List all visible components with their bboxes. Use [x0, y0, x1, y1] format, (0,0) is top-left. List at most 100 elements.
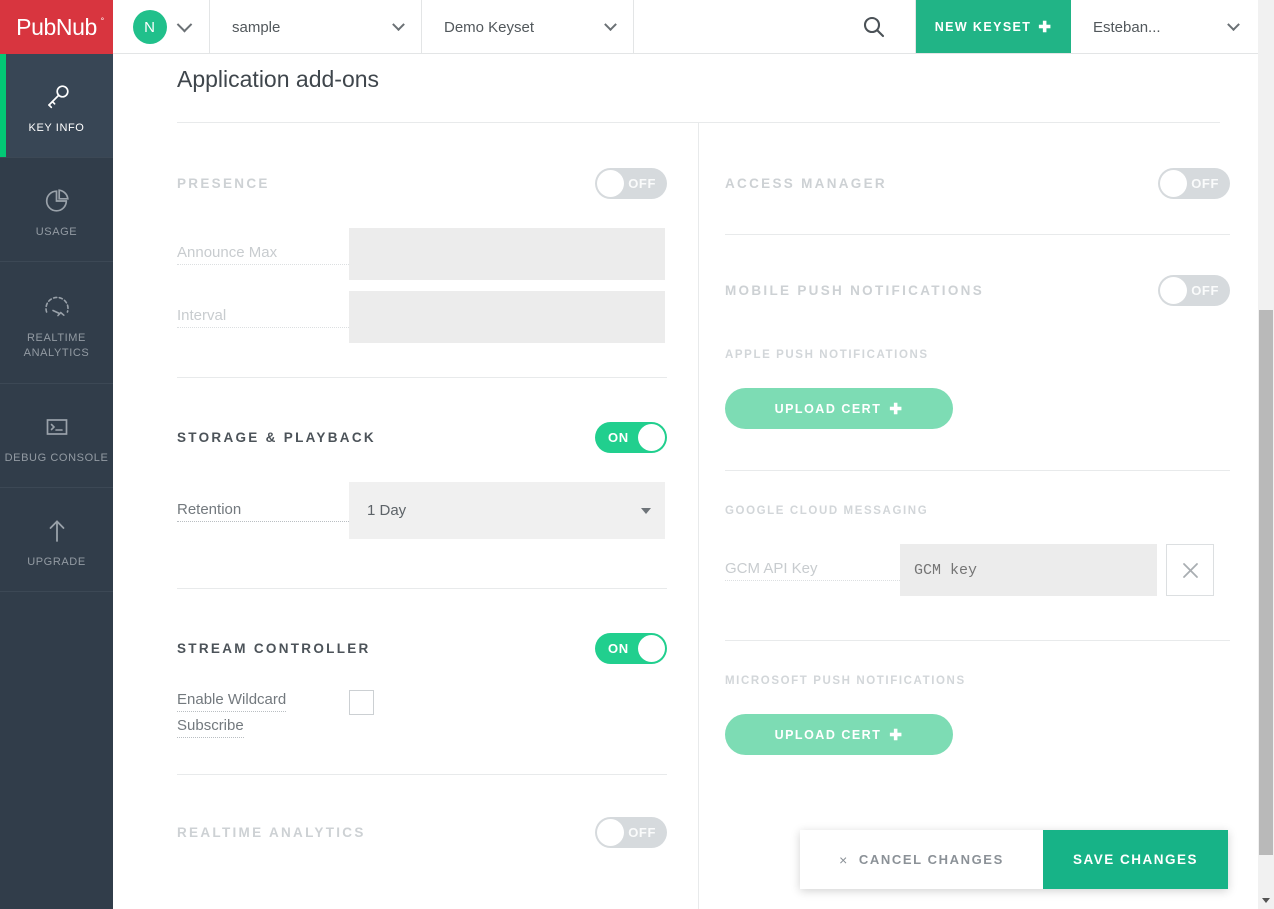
cancel-changes-label: CANCEL CHANGES	[859, 852, 1004, 867]
wildcard-subscribe-checkbox[interactable]	[349, 690, 374, 715]
interval-label: Interval	[177, 306, 349, 328]
upload-cert-label: UPLOAD CERT	[775, 402, 882, 416]
vertical-scrollbar[interactable]	[1258, 54, 1274, 909]
cancel-changes-button[interactable]: × CANCEL CHANGES	[800, 830, 1043, 889]
microsoft-push-subtitle: MICROSOFT PUSH NOTIFICATIONS	[725, 675, 1230, 687]
account-avatar-menu[interactable]: N	[113, 0, 210, 54]
section-title: REALTIME ANALYTICS	[177, 825, 366, 840]
search-area[interactable]	[634, 0, 916, 54]
pie-chart-icon	[42, 183, 72, 219]
toggle-state-label: OFF	[1191, 275, 1219, 306]
apple-upload-cert-button[interactable]: UPLOAD CERT ✚	[725, 388, 953, 429]
wildcard-subscribe-label-line2: Subscribe	[177, 716, 244, 738]
toggle-knob	[1160, 170, 1187, 197]
key-icon	[42, 79, 72, 115]
sidebar-item-debug-console[interactable]: DEBUG CONSOLE	[0, 384, 113, 488]
gcm-api-key-label: GCM API Key	[725, 559, 900, 581]
toggle-state-label: ON	[608, 422, 629, 453]
section-title: MOBILE PUSH NOTIFICATIONS	[725, 283, 984, 298]
main-content: Application add-ons PRESENCE OFF Announc…	[113, 54, 1258, 909]
google-push-subtitle: GOOGLE CLOUD MESSAGING	[725, 505, 1230, 517]
left-sidebar: KEY INFO USAGE	[0, 54, 113, 909]
close-icon: ×	[839, 852, 849, 868]
sidebar-item-realtime-analytics[interactable]: REALTIME ANALYTICS	[0, 262, 113, 384]
gcm-api-key-input[interactable]	[900, 544, 1157, 596]
sidebar-item-label: UPGRADE	[27, 555, 86, 570]
section-title: ACCESS MANAGER	[725, 176, 887, 191]
section-presence: PRESENCE OFF Announce Max Interval	[177, 123, 667, 378]
keyset-selector[interactable]: Demo Keyset	[422, 0, 634, 54]
scrollbar-thumb[interactable]	[1259, 310, 1273, 855]
plus-icon: ✚	[1038, 18, 1052, 36]
sidebar-item-label: DEBUG CONSOLE	[5, 451, 109, 466]
section-access-manager: ACCESS MANAGER OFF	[725, 123, 1230, 235]
gcm-clear-button[interactable]	[1166, 544, 1214, 596]
arrow-up-icon	[42, 513, 72, 549]
retention-label: Retention	[177, 500, 349, 522]
wildcard-subscribe-label-line1: Enable Wildcard	[177, 690, 286, 712]
chevron-down-icon	[641, 508, 651, 514]
logo-wordmark: PubNub	[16, 14, 97, 40]
save-changes-bar: × CANCEL CHANGES SAVE CHANGES	[800, 830, 1228, 889]
sidebar-item-usage[interactable]: USAGE	[0, 158, 113, 262]
scrollbar-corner	[1258, 0, 1274, 54]
toggle-state-label: OFF	[1191, 168, 1219, 199]
toggle-knob	[597, 170, 624, 197]
chevron-down-icon	[604, 18, 617, 31]
plus-icon: ✚	[889, 726, 903, 744]
logo-trademark-icon: °	[101, 16, 104, 26]
close-icon	[1182, 562, 1199, 579]
chevron-down-icon	[392, 18, 405, 31]
toggle-knob	[597, 819, 624, 846]
interval-input[interactable]	[349, 291, 665, 343]
toggle-state-label: OFF	[628, 817, 656, 848]
sidebar-item-label: USAGE	[36, 225, 78, 240]
section-mobile-push-notifications: MOBILE PUSH NOTIFICATIONS OFF APPLE PUSH…	[725, 235, 1230, 755]
save-changes-label: SAVE CHANGES	[1073, 852, 1198, 867]
chevron-down-icon	[176, 16, 192, 32]
realtime-analytics-toggle[interactable]: OFF	[595, 817, 667, 848]
section-title: STREAM CONTROLLER	[177, 641, 371, 656]
retention-value: 1 Day	[367, 502, 406, 519]
access-manager-toggle[interactable]: OFF	[1158, 168, 1230, 199]
section-divider	[725, 640, 1230, 641]
toggle-knob	[638, 635, 665, 662]
app-selector-label: sample	[232, 19, 280, 36]
toggle-knob	[1160, 277, 1187, 304]
addons-left-column: PRESENCE OFF Announce Max Interval	[177, 123, 667, 848]
scroll-down-button[interactable]	[1258, 892, 1274, 909]
storage-playback-toggle[interactable]: ON	[595, 422, 667, 453]
sidebar-item-label: KEY INFO	[29, 121, 85, 136]
retention-select[interactable]: 1 Day	[349, 482, 665, 539]
save-changes-button[interactable]: SAVE CHANGES	[1043, 830, 1228, 889]
section-storage-playback: STORAGE & PLAYBACK ON Retention 1 Day	[177, 378, 667, 589]
gauge-icon	[42, 289, 72, 325]
app-selector[interactable]: sample	[210, 0, 422, 54]
apple-push-subtitle: APPLE PUSH NOTIFICATIONS	[725, 349, 1230, 361]
section-divider	[725, 470, 1230, 471]
mobile-push-toggle[interactable]: OFF	[1158, 275, 1230, 306]
new-keyset-button[interactable]: NEW KEYSET ✚	[916, 0, 1071, 53]
user-menu[interactable]: Esteban...	[1071, 0, 1258, 54]
column-divider	[698, 123, 699, 909]
upload-cert-label: UPLOAD CERT	[775, 728, 882, 742]
pubnub-logo[interactable]: PubNub °	[0, 0, 113, 54]
keyset-selector-label: Demo Keyset	[444, 19, 534, 36]
announce-max-input[interactable]	[349, 228, 665, 280]
avatar: N	[133, 10, 167, 44]
plus-icon: ✚	[889, 400, 903, 418]
scroll-down-arrow-icon	[1262, 898, 1270, 903]
microsoft-upload-cert-button[interactable]: UPLOAD CERT ✚	[725, 714, 953, 755]
search-icon[interactable]	[863, 16, 885, 38]
sidebar-item-label: REALTIME ANALYTICS	[0, 331, 113, 361]
top-header-bar: PubNub ° N sample Demo Keyset NEW KEYSET …	[0, 0, 1258, 54]
toggle-knob	[638, 424, 665, 451]
sidebar-item-upgrade[interactable]: UPGRADE	[0, 488, 113, 592]
announce-max-label: Announce Max	[177, 243, 349, 265]
section-stream-controller: STREAM CONTROLLER ON Enable Wildcard Sub…	[177, 589, 667, 775]
stream-controller-toggle[interactable]: ON	[595, 633, 667, 664]
pubnub-admin-window: PubNub ° N sample Demo Keyset NEW KEYSET …	[0, 0, 1274, 909]
presence-toggle[interactable]: OFF	[595, 168, 667, 199]
toggle-state-label: ON	[608, 633, 629, 664]
sidebar-item-key-info[interactable]: KEY INFO	[0, 54, 113, 158]
